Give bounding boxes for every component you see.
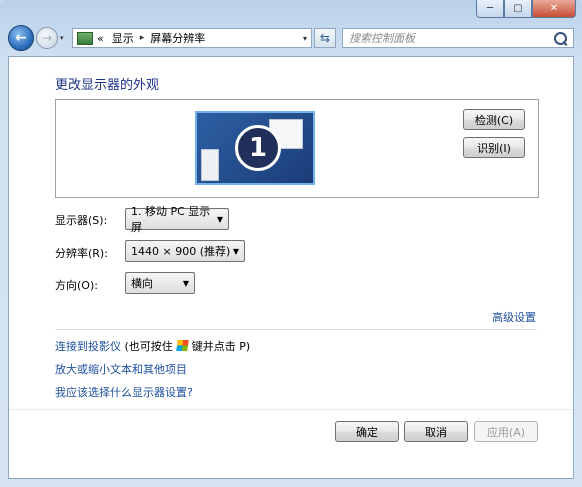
display-label: 显示器(S): [55, 214, 108, 227]
search-icon[interactable] [554, 31, 567, 45]
monitor-number: 1 [235, 125, 281, 171]
apply-button[interactable]: 应用(A) [474, 421, 538, 442]
divider [55, 329, 537, 330]
chevron-down-icon: ▼ [182, 278, 189, 288]
detect-button[interactable]: 检测(C) [463, 109, 525, 130]
content-area: 更改显示器的外观 1 检测(C) 识别(I) 显示器(S): 1. 移动 PC … [8, 56, 574, 479]
window-frame: ─ ▢ ✕ ← → ▾ « 显示 ▸ 屏幕分辨率 ▾ ⇆ 搜索控制面板 更改显示… [0, 0, 582, 487]
refresh-button[interactable]: ⇆ [314, 28, 336, 48]
monitor-preview-panel: 1 检测(C) 识别(I) [55, 99, 539, 198]
orientation-select-value: 横向 [131, 277, 153, 290]
ok-button[interactable]: 确定 [335, 421, 399, 442]
text-size-link[interactable]: 放大或缩小文本和其他项目 [55, 361, 187, 377]
identify-button[interactable]: 识别(I) [463, 137, 525, 158]
orientation-label: 方向(O): [55, 279, 98, 292]
chevron-down-icon: ▼ [232, 246, 239, 256]
maximize-button[interactable]: ▢ [504, 0, 532, 18]
display-select[interactable]: 1. 移动 PC 显示屏 ▼ [125, 205, 229, 234]
address-dropdown[interactable]: ▾ [303, 34, 307, 43]
projector-link[interactable]: 连接到投影仪 [55, 340, 121, 353]
address-bar[interactable]: « 显示 ▸ 屏幕分辨率 ▾ [72, 28, 312, 48]
control-panel-icon [77, 31, 93, 45]
chevron-down-icon: ▼ [216, 214, 223, 224]
breadcrumb-display[interactable]: 显示 [112, 30, 134, 46]
projector-row: 连接到投影仪 (也可按住 键并点击 P) [55, 338, 250, 354]
minimize-button[interactable]: ─ [476, 0, 504, 18]
cancel-button[interactable]: 取消 [404, 421, 468, 442]
close-button[interactable]: ✕ [532, 0, 576, 18]
monitor-thumbnail[interactable]: 1 [195, 111, 315, 185]
forward-button[interactable]: → [36, 27, 58, 49]
page-title: 更改显示器的外观 [55, 78, 160, 93]
recent-pages-dropdown[interactable]: ▾ [60, 34, 70, 42]
display-select-value: 1. 移动 PC 显示屏 [131, 205, 211, 234]
advanced-settings-link[interactable]: 高级设置 [492, 309, 536, 325]
breadcrumb-separator[interactable]: ▸ [140, 33, 145, 43]
gadget-preview [201, 149, 219, 181]
help-link[interactable]: 我应该选择什么显示器设置? [55, 384, 193, 400]
navigation-bar: ← → ▾ « 显示 ▸ 屏幕分辨率 ▾ ⇆ 搜索控制面板 [8, 25, 574, 51]
resolution-label: 分辨率(R): [55, 247, 108, 260]
caption-buttons: ─ ▢ ✕ [476, 0, 576, 18]
windows-logo-icon [176, 340, 189, 351]
breadcrumb-resolution[interactable]: 屏幕分辨率 [150, 30, 205, 46]
projector-hint-post: 键并点击 P) [191, 340, 251, 353]
back-button[interactable]: ← [8, 25, 34, 51]
resolution-select-value: 1440 × 900 (推荐) [131, 245, 231, 258]
resolution-select[interactable]: 1440 × 900 (推荐) ▼ [125, 240, 245, 262]
projector-hint-pre: (也可按住 [124, 340, 173, 353]
search-input[interactable]: 搜索控制面板 [342, 28, 574, 48]
footer-divider [9, 409, 573, 410]
orientation-select[interactable]: 横向 ▼ [125, 272, 195, 294]
breadcrumb-prefix[interactable]: « [97, 32, 104, 45]
search-placeholder: 搜索控制面板 [349, 32, 415, 45]
